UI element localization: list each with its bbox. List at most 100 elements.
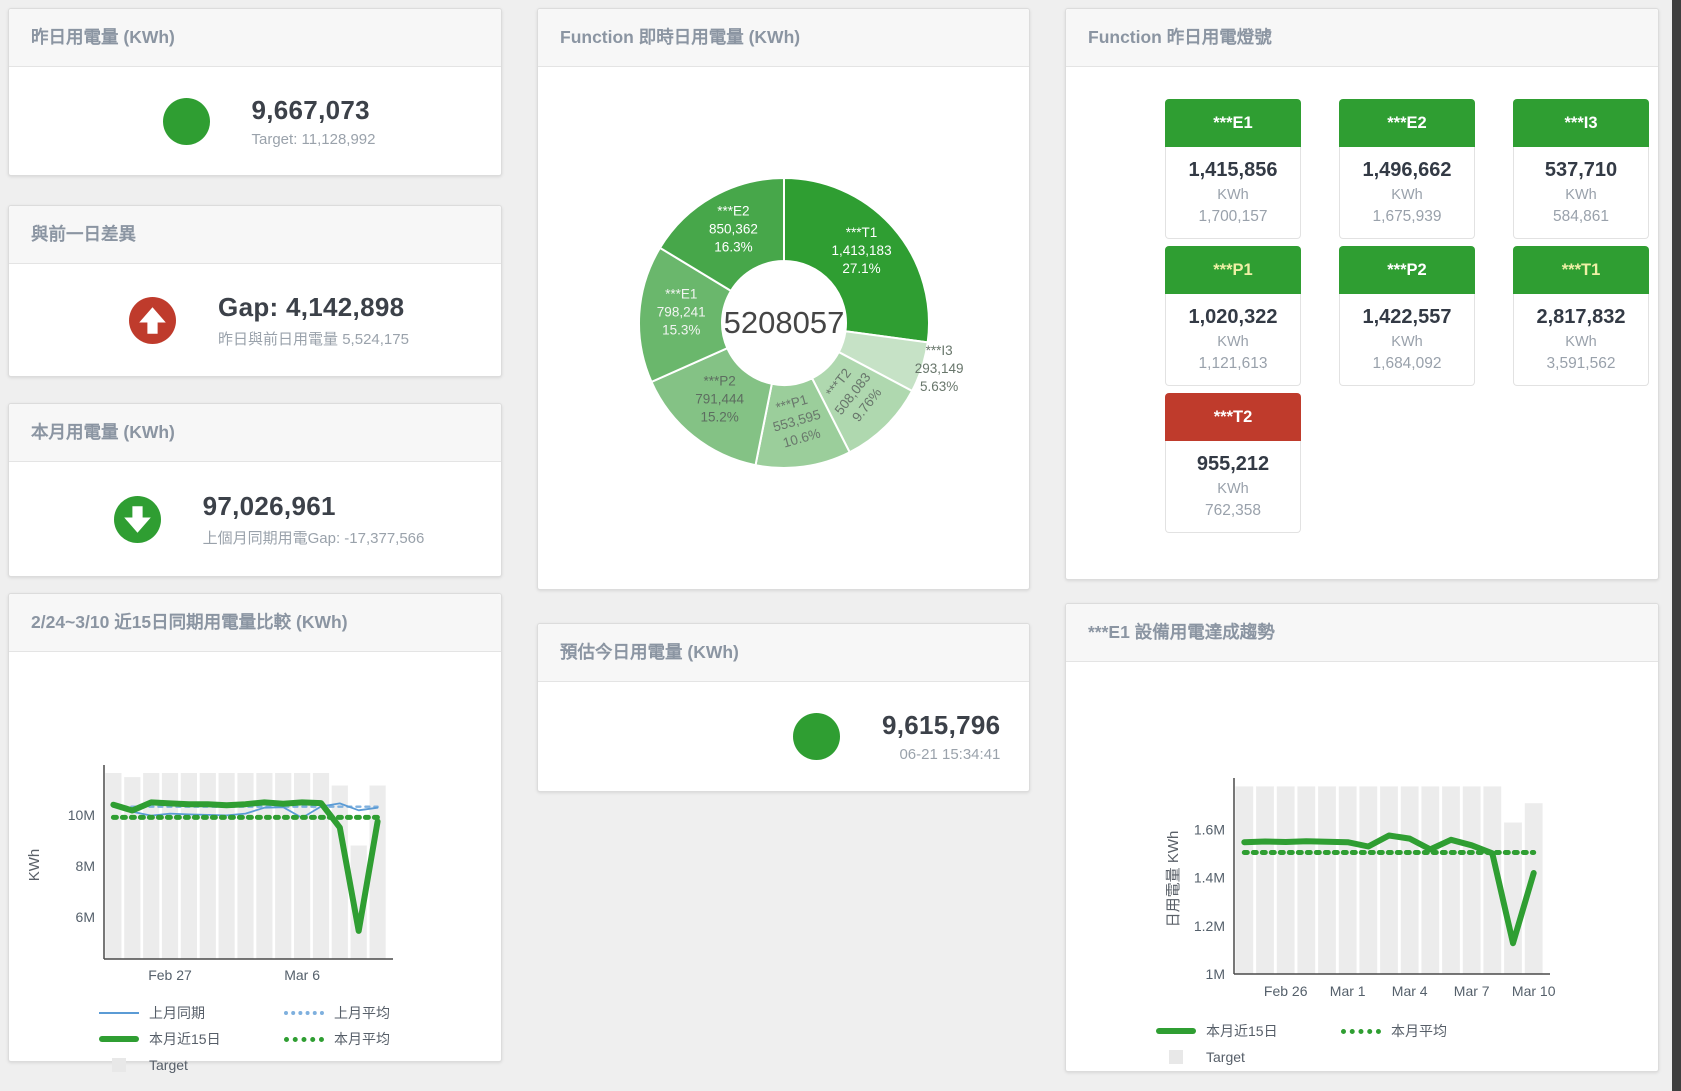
light-tile: ***T2 955,212 KWh 762,358	[1165, 393, 1301, 533]
target-bar	[1442, 786, 1460, 974]
trend-chart-svg: 1M1.2M1.4M1.6MFeb 26Mar 1Mar 4Mar 7Mar 1…	[1066, 662, 1652, 1010]
light-tile-header: ***P1	[1165, 246, 1301, 294]
target-bar	[1504, 823, 1522, 975]
x-tick-label: Mar 6	[284, 967, 320, 983]
legend-item[interactable]: 上月平均	[284, 1003, 469, 1023]
light-tile-body: 1,020,322KWh1,121,613	[1165, 294, 1301, 386]
light-tile-value: 2,817,832	[1514, 306, 1648, 329]
card-day-gap: 與前一日差異 Gap: 4,142,898 昨日與前日用電量 5,524,175	[8, 205, 502, 377]
target-bar	[219, 773, 235, 959]
donut-center-total: 5208057	[724, 305, 845, 340]
light-tile-target: 1,675,939	[1340, 208, 1474, 226]
card-forecast: 預估今日用電量 (KWh) 9,615,796 06-21 15:34:41	[537, 623, 1030, 792]
forecast-kpi: 9,615,796 06-21 15:34:41	[538, 682, 1029, 791]
target-bar	[1235, 786, 1253, 974]
target-bar	[105, 773, 121, 959]
target-bar	[1339, 786, 1357, 974]
light-tile-unit: KWh	[1514, 187, 1648, 203]
card-day-gap-title: 與前一日差異	[9, 206, 501, 264]
light-tile-value: 955,212	[1166, 453, 1300, 476]
y-tick-label: 1.4M	[1194, 870, 1225, 886]
y-tick-label: 1M	[1206, 966, 1225, 982]
card-yesterday-usage: 昨日用電量 (KWh) 9,667,073 Target: 11,128,992	[8, 8, 502, 176]
light-tile-body: 537,710 KWh 584,861	[1513, 147, 1649, 239]
y-tick-label: 1.2M	[1194, 918, 1225, 934]
legend-swatch-icon	[99, 1012, 139, 1014]
trend_line-legend: 本月近15日 本月平均 Target	[1156, 1021, 1658, 1067]
day-gap-value: Gap: 4,142,898	[218, 292, 409, 323]
y-tick-label: 6M	[76, 909, 95, 925]
legend-swatch-icon	[284, 1037, 324, 1042]
light-tile-header: ***T1	[1513, 246, 1649, 294]
light-tile-value: 537,710	[1514, 159, 1648, 182]
light-tile-target: 1,700,157	[1166, 208, 1300, 226]
x-tick-label: Feb 27	[148, 967, 192, 983]
target-bar	[181, 773, 197, 959]
legend-item[interactable]: Target	[99, 1055, 284, 1075]
target-bar	[1318, 786, 1336, 974]
light-tile-target: 584,861	[1514, 208, 1648, 226]
compare-chart-svg: 6M8M10MFeb 27Mar 6KWh	[9, 652, 499, 992]
target-bar	[1359, 786, 1377, 974]
realtime-donut-svg: ***T11,413,18327.1%***I3293,1495.63%***T…	[538, 67, 1029, 587]
legend-swatch-icon	[1156, 1028, 1196, 1034]
legend-label: 本月近15日	[1206, 1021, 1278, 1041]
target-bar	[1277, 786, 1295, 974]
legend-swatch-icon	[1341, 1029, 1381, 1034]
x-tick-label: Mar 1	[1330, 983, 1366, 999]
card-trend-title: ***E1 設備用電達成趨勢	[1066, 604, 1658, 662]
light-tile-value: 1,020,322	[1166, 306, 1300, 329]
card-month-title: 本月用電量 (KWh)	[9, 404, 501, 462]
legend-item[interactable]: 上月同期	[99, 1003, 284, 1023]
light-tile: ***P11,020,322KWh1,121,613	[1165, 246, 1301, 386]
legend-swatch-icon	[112, 1058, 126, 1072]
month-value: 97,026,961	[203, 491, 425, 522]
card-yesterday-title: 昨日用電量 (KWh)	[9, 9, 501, 67]
x-tick-label: Mar 10	[1512, 983, 1556, 999]
legend-label: Target	[149, 1057, 188, 1073]
light-tile-unit: KWh	[1166, 481, 1300, 497]
light-tile: ***I3 537,710 KWh 584,861	[1513, 99, 1649, 239]
light-tile-header: ***P2	[1339, 246, 1475, 294]
light-tile-body: 2,817,832KWh3,591,562	[1513, 294, 1649, 386]
legend-item[interactable]: 本月平均	[284, 1029, 469, 1049]
legend-swatch-icon	[1169, 1050, 1183, 1064]
light-tile-header: ***I3	[1513, 99, 1649, 147]
up-arrow-icon	[129, 297, 176, 344]
forecast-timestamp: 06-21 15:34:41	[882, 746, 1000, 763]
legend-label: 上月平均	[334, 1003, 390, 1023]
yesterday-value: 9,667,073	[252, 95, 376, 126]
light-tile-body: 1,415,856KWh1,700,157	[1165, 147, 1301, 239]
legend-item[interactable]: 本月平均	[1341, 1021, 1526, 1041]
dashboard: 昨日用電量 (KWh) 9,667,073 Target: 11,128,992…	[0, 0, 1681, 1091]
target-bar	[1380, 786, 1398, 974]
legend-label: Target	[1206, 1049, 1245, 1065]
day-gap-sub: 昨日與前日用電量 5,524,175	[218, 328, 409, 349]
lights-grid: ***E11,415,856KWh1,700,157 ***E21,496,662…	[1066, 67, 1658, 533]
light-tile-target: 3,591,562	[1514, 355, 1648, 373]
yesterday-kpi: 9,667,073 Target: 11,128,992	[9, 67, 501, 175]
light-tile-unit: KWh	[1340, 334, 1474, 350]
day-gap-kpi: Gap: 4,142,898 昨日與前日用電量 5,524,175	[9, 264, 501, 376]
legend-item[interactable]: 本月近15日	[99, 1029, 284, 1049]
light-tile-target: 762,358	[1166, 502, 1300, 520]
down-arrow-icon	[114, 496, 161, 543]
light-tile: ***T12,817,832KWh3,591,562	[1513, 246, 1649, 386]
green-status-circle-icon	[163, 98, 210, 145]
legend-item[interactable]: Target	[1156, 1047, 1341, 1067]
card-forecast-title: 預估今日用電量 (KWh)	[538, 624, 1029, 682]
y-axis-title: 日用電量 KWh	[1165, 831, 1182, 928]
light-tile: ***E11,415,856KWh1,700,157	[1165, 99, 1301, 239]
legend-item[interactable]: 本月近15日	[1156, 1021, 1341, 1041]
light-tile-header: ***E2	[1339, 99, 1475, 147]
x-tick-label: Feb 26	[1264, 983, 1308, 999]
target-bar	[1421, 786, 1439, 974]
target-bar	[1297, 786, 1315, 974]
light-tile-header: ***T2	[1165, 393, 1301, 441]
light-tile: ***E21,496,662KWh1,675,939	[1339, 99, 1475, 239]
y-tick-label: 10M	[68, 807, 95, 823]
card-month-usage: 本月用電量 (KWh) 97,026,961 上個月同期用電Gap: -17,3…	[8, 403, 502, 577]
vertical-scrollbar[interactable]	[1672, 0, 1681, 1091]
card-lights-title: Function 昨日用電燈號	[1066, 9, 1658, 67]
light-tile-header: ***E1	[1165, 99, 1301, 147]
